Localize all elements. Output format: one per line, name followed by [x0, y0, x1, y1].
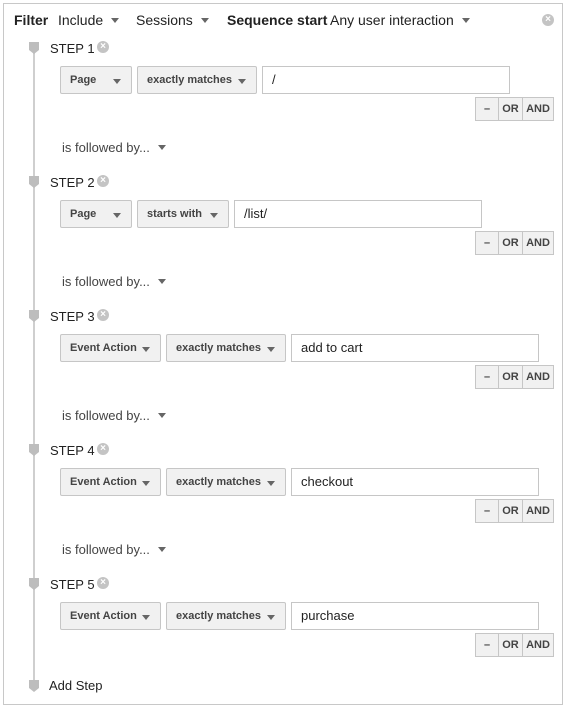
dimension-dropdown[interactable]: Page	[60, 66, 132, 94]
logic-button-group: – OR AND	[475, 231, 554, 255]
and-button[interactable]: AND	[523, 633, 554, 657]
followed-by-dropdown[interactable]: is followed by...	[62, 274, 166, 289]
dimension-value: Event Action	[70, 610, 137, 622]
or-button[interactable]: OR	[499, 97, 523, 121]
followed-by-label: is followed by...	[62, 140, 150, 155]
logic-button-group: – OR AND	[475, 365, 554, 389]
remove-step-icon[interactable]: ×	[97, 577, 109, 589]
step-label: STEP 1	[50, 41, 95, 56]
match-type-value: starts with	[147, 208, 203, 220]
or-button[interactable]: OR	[499, 633, 523, 657]
logic-button-group: – OR AND	[475, 499, 554, 523]
match-type-value: exactly matches	[176, 476, 261, 488]
step-marker-icon	[29, 42, 39, 54]
match-type-value: exactly matches	[147, 74, 232, 86]
remove-step-icon[interactable]: ×	[97, 41, 109, 53]
match-type-value: exactly matches	[176, 342, 261, 354]
chevron-down-icon	[113, 79, 121, 84]
match-type-dropdown[interactable]: exactly matches	[166, 602, 286, 630]
logic-button-group: – OR AND	[475, 633, 554, 657]
remove-filter-icon[interactable]: ×	[542, 14, 554, 26]
step-value-input[interactable]: add to cart	[291, 334, 539, 362]
sequence-start-label: Sequence start	[227, 12, 328, 28]
or-button[interactable]: OR	[499, 231, 523, 255]
chevron-down-icon	[157, 145, 166, 151]
step-value-input[interactable]: checkout	[291, 468, 539, 496]
step-label: STEP 2	[50, 175, 95, 190]
chevron-down-icon	[142, 615, 150, 620]
remove-condition-button[interactable]: –	[475, 97, 499, 121]
chevron-down-icon	[267, 615, 275, 620]
logic-button-group: – OR AND	[475, 97, 554, 121]
chevron-down-icon	[157, 413, 166, 419]
dimension-dropdown[interactable]: Event Action	[60, 468, 161, 496]
followed-by-dropdown[interactable]: is followed by...	[62, 542, 166, 557]
remove-condition-button[interactable]: –	[475, 633, 499, 657]
sequence-start-dropdown[interactable]: Any user interaction	[330, 12, 470, 28]
step-label: STEP 5	[50, 577, 95, 592]
dimension-value: Page	[70, 74, 97, 86]
match-type-dropdown[interactable]: starts with	[137, 200, 229, 228]
remove-step-icon[interactable]: ×	[97, 309, 109, 321]
match-type-dropdown[interactable]: exactly matches	[166, 468, 286, 496]
match-type-value: exactly matches	[176, 610, 261, 622]
step-value-input[interactable]: /list/	[234, 200, 482, 228]
chevron-down-icon	[200, 17, 209, 23]
step-marker-icon	[29, 176, 39, 188]
chevron-down-icon	[142, 347, 150, 352]
add-step-link[interactable]: Add Step	[49, 678, 103, 693]
remove-condition-button[interactable]: –	[475, 365, 499, 389]
chevron-down-icon	[142, 481, 150, 486]
remove-step-icon[interactable]: ×	[97, 175, 109, 187]
chevron-down-icon	[267, 481, 275, 486]
chevron-down-icon	[111, 17, 120, 23]
sessions-dropdown[interactable]: Sessions	[136, 12, 209, 28]
remove-condition-button[interactable]: –	[475, 231, 499, 255]
dimension-value: Event Action	[70, 476, 137, 488]
followed-by-label: is followed by...	[62, 274, 150, 289]
followed-by-label: is followed by...	[62, 542, 150, 557]
step-marker-icon	[29, 444, 39, 456]
chevron-down-icon	[157, 279, 166, 285]
and-button[interactable]: AND	[523, 231, 554, 255]
sequence-start-value: Any user interaction	[330, 12, 454, 28]
add-step-marker-icon	[29, 680, 39, 692]
and-button[interactable]: AND	[523, 97, 554, 121]
followed-by-dropdown[interactable]: is followed by...	[62, 140, 166, 155]
include-dropdown[interactable]: Include	[58, 12, 120, 28]
dimension-value: Page	[70, 208, 97, 220]
followed-by-label: is followed by...	[62, 408, 150, 423]
dimension-dropdown[interactable]: Page	[60, 200, 132, 228]
include-value: Include	[58, 12, 104, 28]
or-button[interactable]: OR	[499, 499, 523, 523]
filter-label: Filter	[14, 12, 49, 28]
chevron-down-icon	[238, 79, 246, 84]
chevron-down-icon	[210, 213, 218, 218]
match-type-dropdown[interactable]: exactly matches	[137, 66, 257, 94]
dimension-dropdown[interactable]: Event Action	[60, 602, 161, 630]
step-marker-icon	[29, 310, 39, 322]
step-value-input[interactable]: /	[262, 66, 510, 94]
match-type-dropdown[interactable]: exactly matches	[166, 334, 286, 362]
chevron-down-icon	[461, 17, 470, 23]
sequence-timeline	[33, 46, 35, 686]
chevron-down-icon	[267, 347, 275, 352]
followed-by-dropdown[interactable]: is followed by...	[62, 408, 166, 423]
step-label: STEP 4	[50, 443, 95, 458]
and-button[interactable]: AND	[523, 365, 554, 389]
step-value-input[interactable]: purchase	[291, 602, 539, 630]
sessions-value: Sessions	[136, 12, 193, 28]
dimension-dropdown[interactable]: Event Action	[60, 334, 161, 362]
and-button[interactable]: AND	[523, 499, 554, 523]
remove-step-icon[interactable]: ×	[97, 443, 109, 455]
step-label: STEP 3	[50, 309, 95, 324]
remove-condition-button[interactable]: –	[475, 499, 499, 523]
chevron-down-icon	[157, 547, 166, 553]
chevron-down-icon	[113, 213, 121, 218]
or-button[interactable]: OR	[499, 365, 523, 389]
dimension-value: Event Action	[70, 342, 137, 354]
step-marker-icon	[29, 578, 39, 590]
